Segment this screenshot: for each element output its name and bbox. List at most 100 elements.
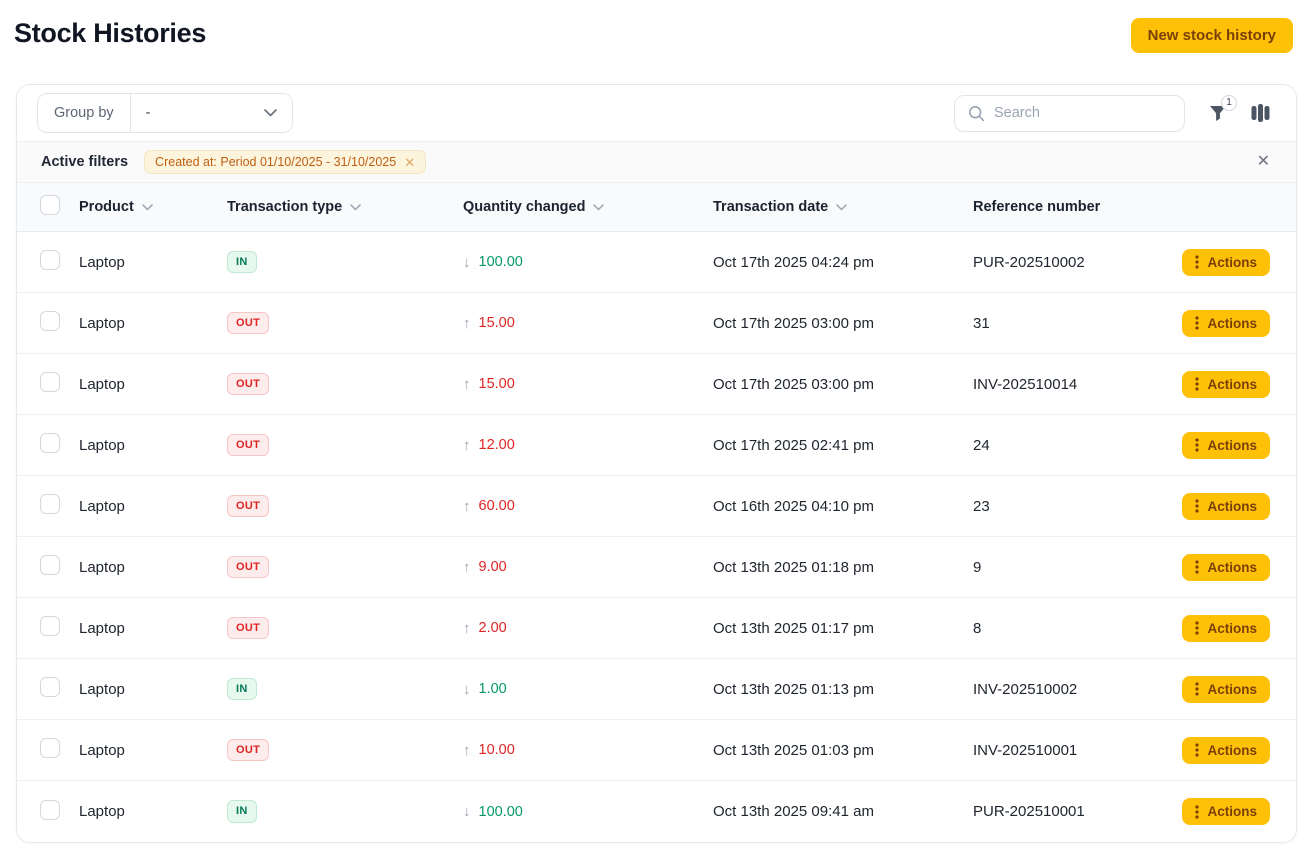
table-row: Laptop IN ↓ 1.00 Oct 13th 2025 01:13 pm … [17, 659, 1296, 720]
search-icon [968, 105, 985, 122]
select-all-checkbox[interactable] [40, 195, 60, 215]
vertical-dots-icon [1195, 499, 1199, 513]
quantity-value: 15.00 [479, 376, 515, 392]
table-row: Laptop OUT ↑ 10.00 Oct 13th 2025 01:03 p… [17, 720, 1296, 781]
row-actions-button[interactable]: Actions [1182, 310, 1270, 337]
product-cell: Laptop [79, 620, 227, 637]
group-by-select[interactable]: - [131, 94, 292, 132]
actions-button-label: Actions [1207, 499, 1257, 514]
transaction-date-cell: Oct 17th 2025 03:00 pm [713, 315, 973, 332]
row-actions-button[interactable]: Actions [1182, 554, 1270, 581]
active-filters-label: Active filters [41, 154, 128, 170]
quantity-cell: ↓ 1.00 [463, 681, 713, 698]
quantity-direction-icon: ↑ [463, 559, 471, 576]
filter-button[interactable]: 1 [1209, 105, 1227, 122]
toolbar-right: 1 [954, 95, 1270, 132]
vertical-dots-icon [1195, 621, 1199, 635]
transaction-date-cell: Oct 17th 2025 03:00 pm [713, 376, 973, 393]
quantity-cell: ↑ 2.00 [463, 620, 713, 637]
filter-count-badge: 1 [1221, 95, 1237, 111]
quantity-cell: ↑ 12.00 [463, 437, 713, 454]
column-header-transaction-date[interactable]: Transaction date [713, 199, 973, 215]
group-by-value: - [146, 105, 151, 121]
chip-remove-icon[interactable]: ✕ [404, 156, 415, 169]
row-actions-button[interactable]: Actions [1182, 371, 1270, 398]
transaction-date-cell: Oct 17th 2025 04:24 pm [713, 254, 973, 271]
column-header-transaction-type[interactable]: Transaction type [227, 199, 463, 215]
transaction-type-badge: OUT [227, 434, 269, 456]
product-cell: Laptop [79, 315, 227, 332]
vertical-dots-icon [1195, 438, 1199, 452]
row-actions-button[interactable]: Actions [1182, 676, 1270, 703]
table-header-row: Product Transaction type Quantity change… [17, 183, 1296, 232]
reference-number-cell: PUR-202510001 [973, 803, 1176, 820]
actions-button-label: Actions [1207, 621, 1257, 636]
actions-button-label: Actions [1207, 255, 1257, 270]
vertical-dots-icon [1195, 316, 1199, 330]
row-actions-button[interactable]: Actions [1182, 432, 1270, 459]
row-actions-button[interactable]: Actions [1182, 493, 1270, 520]
row-checkbox[interactable] [40, 800, 60, 820]
filter-chip-text: Created at: Period 01/10/2025 - 31/10/20… [155, 155, 396, 169]
search-box [954, 95, 1185, 132]
quantity-direction-icon: ↑ [463, 315, 471, 332]
actions-button-label: Actions [1207, 804, 1257, 819]
reference-number-cell: 9 [973, 559, 1176, 576]
transaction-date-cell: Oct 16th 2025 04:10 pm [713, 498, 973, 515]
quantity-value: 12.00 [479, 437, 515, 453]
new-stock-history-button[interactable]: New stock history [1131, 18, 1293, 53]
row-checkbox[interactable] [40, 738, 60, 758]
quantity-cell: ↓ 100.00 [463, 803, 713, 820]
clear-all-filters-icon[interactable]: ✕ [1257, 154, 1270, 170]
quantity-cell: ↓ 100.00 [463, 254, 713, 271]
reference-number-cell: INV-202510001 [973, 742, 1176, 759]
quantity-value: 10.00 [479, 742, 515, 758]
quantity-direction-icon: ↑ [463, 742, 471, 759]
quantity-value: 100.00 [479, 254, 523, 270]
row-checkbox[interactable] [40, 555, 60, 575]
actions-button-label: Actions [1207, 682, 1257, 697]
actions-button-label: Actions [1207, 438, 1257, 453]
row-actions-button[interactable]: Actions [1182, 798, 1270, 825]
row-checkbox[interactable] [40, 494, 60, 514]
vertical-dots-icon [1195, 682, 1199, 696]
transaction-date-cell: Oct 13th 2025 01:18 pm [713, 559, 973, 576]
quantity-value: 100.00 [479, 804, 523, 820]
table-row: Laptop OUT ↑ 15.00 Oct 17th 2025 03:00 p… [17, 354, 1296, 415]
row-checkbox[interactable] [40, 311, 60, 331]
search-input[interactable] [994, 105, 1171, 121]
vertical-dots-icon [1195, 377, 1199, 391]
stock-histories-card: Group by - 1 [16, 84, 1297, 843]
quantity-cell: ↑ 9.00 [463, 559, 713, 576]
reference-number-cell: 8 [973, 620, 1176, 637]
quantity-cell: ↑ 60.00 [463, 498, 713, 515]
sort-chevron-icon [142, 204, 153, 211]
product-cell: Laptop [79, 559, 227, 576]
sort-chevron-icon [350, 204, 361, 211]
product-cell: Laptop [79, 376, 227, 393]
filter-chip: Created at: Period 01/10/2025 - 31/10/20… [144, 150, 426, 174]
product-cell: Laptop [79, 742, 227, 759]
row-actions-button[interactable]: Actions [1182, 249, 1270, 276]
sort-chevron-icon [593, 204, 604, 211]
row-checkbox[interactable] [40, 433, 60, 453]
row-actions-button[interactable]: Actions [1182, 737, 1270, 764]
quantity-value: 15.00 [479, 315, 515, 331]
row-checkbox[interactable] [40, 250, 60, 270]
toggle-columns-button[interactable] [1251, 104, 1270, 122]
transaction-date-cell: Oct 13th 2025 09:41 am [713, 803, 973, 820]
column-header-product[interactable]: Product [79, 199, 227, 215]
quantity-cell: ↑ 15.00 [463, 315, 713, 332]
product-cell: Laptop [79, 803, 227, 820]
quantity-value: 9.00 [479, 559, 507, 575]
group-by-label: Group by [38, 94, 131, 132]
row-checkbox[interactable] [40, 677, 60, 697]
row-actions-button[interactable]: Actions [1182, 615, 1270, 642]
row-checkbox[interactable] [40, 616, 60, 636]
table-row: Laptop OUT ↑ 15.00 Oct 17th 2025 03:00 p… [17, 293, 1296, 354]
transaction-date-cell: Oct 13th 2025 01:03 pm [713, 742, 973, 759]
transaction-date-cell: Oct 13th 2025 01:13 pm [713, 681, 973, 698]
row-checkbox[interactable] [40, 372, 60, 392]
transaction-type-badge: OUT [227, 495, 269, 517]
column-header-quantity-changed[interactable]: Quantity changed [463, 199, 713, 215]
